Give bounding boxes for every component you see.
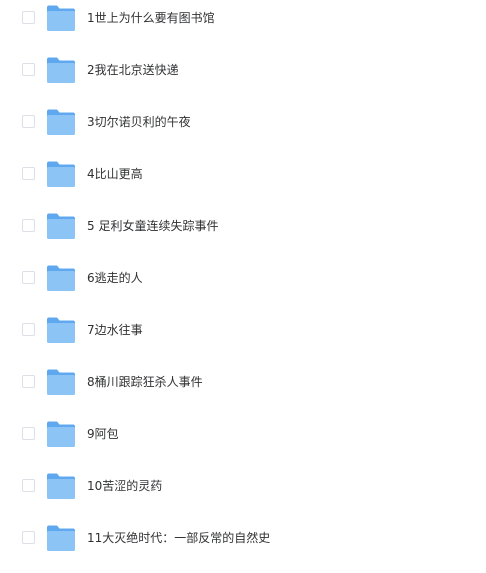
row-checkbox[interactable] <box>22 219 35 232</box>
folder-icon <box>46 4 76 32</box>
file-name[interactable]: 2我在北京送快递 <box>87 62 179 78</box>
row-checkbox[interactable] <box>22 11 35 24</box>
folder-icon <box>46 160 76 188</box>
row-checkbox[interactable] <box>22 531 35 544</box>
folder-icon <box>46 316 76 344</box>
row-checkbox[interactable] <box>22 479 35 492</box>
row-checkbox[interactable] <box>22 427 35 440</box>
list-item[interactable]: 1世上为什么要有图书馆 <box>0 1 486 53</box>
list-item[interactable]: 4比山更高 <box>0 157 486 209</box>
folder-icon <box>46 108 76 136</box>
file-name[interactable]: 3切尔诺贝利的午夜 <box>87 114 191 130</box>
list-item[interactable]: 10苦涩的灵药 <box>0 469 486 521</box>
file-name[interactable]: 10苦涩的灵药 <box>87 478 162 494</box>
file-name[interactable]: 8桶川跟踪狂杀人事件 <box>87 374 203 390</box>
folder-icon <box>46 264 76 292</box>
folder-icon <box>46 368 76 396</box>
folder-icon <box>46 420 76 448</box>
folder-icon <box>46 212 76 240</box>
row-checkbox[interactable] <box>22 271 35 284</box>
row-checkbox[interactable] <box>22 115 35 128</box>
file-name[interactable]: 11大灭绝时代：一部反常的自然史 <box>87 530 270 546</box>
folder-icon <box>46 472 76 500</box>
list-item[interactable]: 3切尔诺贝利的午夜 <box>0 105 486 157</box>
file-list: 1世上为什么要有图书馆 2我在北京送快递 3切尔诺贝利的午夜 4比山更高 5 足… <box>0 0 486 558</box>
file-name[interactable]: 5 足利女童连续失踪事件 <box>87 218 218 234</box>
file-name[interactable]: 4比山更高 <box>87 166 143 182</box>
list-item[interactable]: 6逃走的人 <box>0 261 486 313</box>
file-name[interactable]: 9阿包 <box>87 426 119 442</box>
file-name[interactable]: 6逃走的人 <box>87 270 143 286</box>
list-item[interactable]: 8桶川跟踪狂杀人事件 <box>0 365 486 417</box>
row-checkbox[interactable] <box>22 375 35 388</box>
list-item[interactable]: 2我在北京送快递 <box>0 53 486 105</box>
folder-icon <box>46 56 76 84</box>
file-name[interactable]: 1世上为什么要有图书馆 <box>87 10 215 26</box>
list-item[interactable]: 5 足利女童连续失踪事件 <box>0 209 486 261</box>
list-item[interactable]: 11大灭绝时代：一部反常的自然史 <box>0 521 486 573</box>
row-checkbox[interactable] <box>22 167 35 180</box>
list-item[interactable]: 7边水往事 <box>0 313 486 365</box>
file-name[interactable]: 7边水往事 <box>87 322 143 338</box>
row-checkbox[interactable] <box>22 63 35 76</box>
row-checkbox[interactable] <box>22 323 35 336</box>
list-item[interactable]: 9阿包 <box>0 417 486 469</box>
folder-icon <box>46 524 76 552</box>
